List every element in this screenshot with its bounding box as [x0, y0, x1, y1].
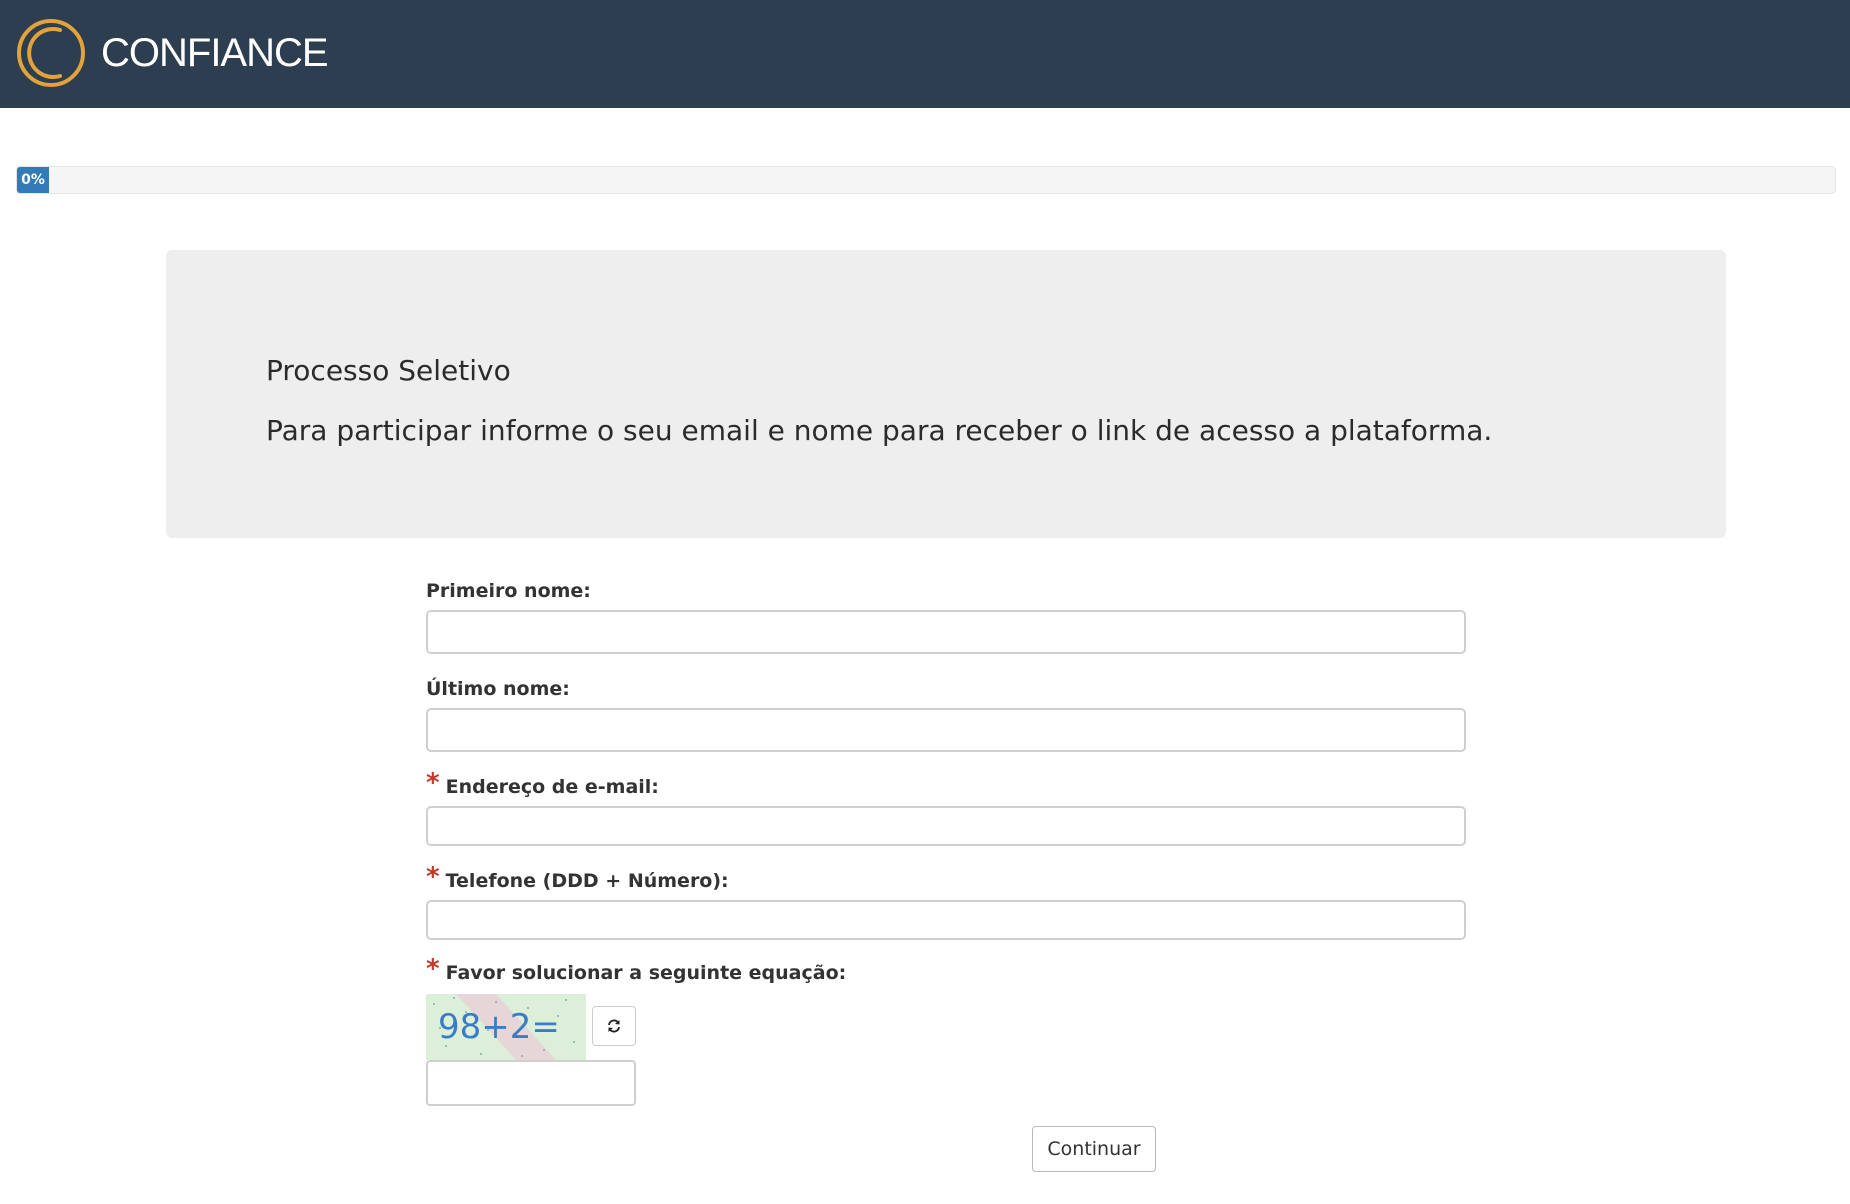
captcha-label: * Favor solucionar a seguinte equação:	[426, 954, 847, 984]
captcha-field: * Favor solucionar a seguinte equação:	[426, 954, 1466, 984]
captcha-text: 98+2=	[438, 1007, 560, 1047]
captcha-image: 98+2=	[426, 994, 586, 1060]
page-title: Processo Seletivo	[266, 354, 511, 387]
email-input[interactable]	[426, 806, 1466, 846]
first-name-label: Primeiro nome:	[426, 580, 591, 602]
phone-input[interactable]	[426, 900, 1466, 940]
last-name-field: Último nome:	[426, 678, 1466, 752]
captcha-refresh-button[interactable]	[592, 1006, 636, 1046]
last-name-input[interactable]	[426, 708, 1466, 752]
progress-fill: 0%	[17, 167, 49, 193]
captcha-answer-input[interactable]	[426, 1060, 636, 1106]
required-marker: *	[426, 768, 440, 798]
progress-label: 0%	[21, 172, 45, 188]
brand-name: CONFIANCE	[101, 31, 329, 75]
continue-button[interactable]: Continuar	[1032, 1126, 1156, 1172]
email-field: * Endereço de e-mail:	[426, 768, 1466, 846]
refresh-icon	[608, 1019, 620, 1033]
first-name-input[interactable]	[426, 610, 1466, 654]
phone-field: * Telefone (DDD + Número):	[426, 862, 1466, 940]
progress-bar: 0%	[16, 166, 1836, 194]
top-header: CONFIANCE	[0, 0, 1850, 108]
welcome-panel: Processo Seletivo Para participar inform…	[166, 250, 1726, 538]
required-marker: *	[426, 862, 440, 892]
ring-logo-icon	[17, 19, 85, 87]
page-description: Para participar informe o seu email e no…	[266, 414, 1493, 447]
brand-logo[interactable]: CONFIANCE	[16, 18, 329, 88]
phone-label: * Telefone (DDD + Número):	[426, 862, 729, 892]
last-name-label: Último nome:	[426, 678, 570, 700]
email-label: * Endereço de e-mail:	[426, 768, 659, 798]
required-marker: *	[426, 954, 440, 984]
first-name-field: Primeiro nome:	[426, 580, 1466, 654]
